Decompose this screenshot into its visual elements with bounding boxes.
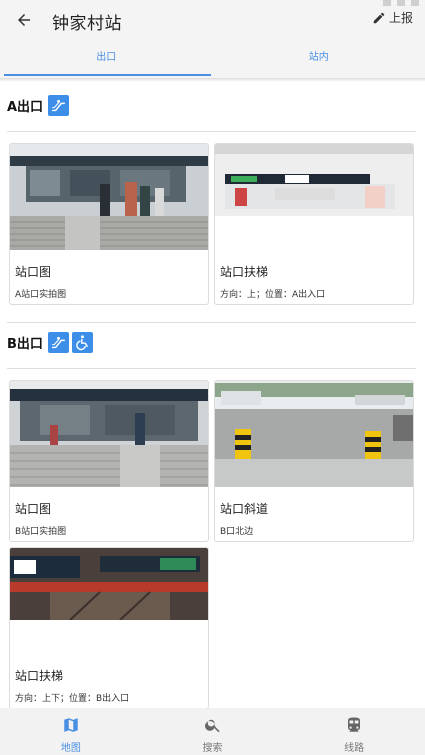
escalator-photo — [10, 548, 208, 654]
report-button[interactable]: 上报 — [372, 9, 413, 26]
card-description: B口北边 — [220, 527, 254, 537]
nav-item-search[interactable]: 搜索 — [142, 708, 284, 755]
arrow-left-icon — [18, 14, 30, 26]
exit-photo — [10, 144, 208, 250]
map-icon — [64, 718, 78, 732]
divider — [7, 131, 416, 132]
tab-exits[interactable]: 出口 — [0, 40, 213, 78]
card-description: B站口实拍图 — [15, 527, 67, 537]
card-title: 站口扶梯 — [15, 669, 64, 683]
app-bar: 钟家村站 上报 出口 站内 — [0, 0, 425, 78]
pencil-icon — [373, 12, 385, 23]
nav-label: 搜索 — [202, 743, 223, 754]
escalator-icon — [47, 332, 69, 353]
report-label: 上报 — [388, 11, 413, 25]
exit-escalator-card[interactable]: 站口扶梯 方向：上下；位置：B出入口 — [9, 547, 209, 708]
page-title: 钟家村站 — [52, 14, 122, 34]
card-description: 方向：上；位置：A出入口 — [220, 290, 326, 300]
section-title: A出口 — [7, 100, 44, 115]
exit-ramp-card[interactable]: 站口斜道 B口北边 — [214, 380, 414, 542]
exit-list[interactable]: A出口 站口图 A站口实拍图 站口扶梯 方向：上；位置：A出入口 B出口 站口图… — [0, 82, 425, 708]
exit-escalator-card[interactable]: 站口扶梯 方向：上；位置：A出入口 — [214, 143, 414, 305]
escalator-icon — [48, 95, 70, 116]
escalator-photo — [215, 144, 413, 250]
exit-photo-card[interactable]: 站口图 B站口实拍图 — [9, 380, 209, 542]
nav-item-lines[interactable]: 线路 — [283, 708, 425, 755]
card-title: 站口斜道 — [220, 502, 269, 516]
card-description: A站口实拍图 — [15, 290, 67, 300]
status-bar-icons — [383, 0, 419, 8]
section-header-exit-b: B出口 — [7, 332, 93, 353]
nav-label: 地图 — [60, 743, 81, 754]
card-description: 方向：上下；位置：B出入口 — [15, 694, 130, 704]
train-icon — [348, 717, 361, 732]
back-button[interactable] — [10, 6, 38, 34]
tab-bar: 出口 站内 — [0, 40, 425, 78]
exit-photo — [10, 381, 208, 487]
card-title: 站口图 — [15, 502, 52, 516]
card-title: 站口扶梯 — [220, 265, 269, 279]
nav-item-map[interactable]: 地图 — [0, 708, 142, 755]
bottom-nav: 地图 搜索 线路 — [0, 708, 425, 755]
exit-photo-card[interactable]: 站口图 A站口实拍图 — [9, 143, 209, 305]
ramp-photo — [215, 381, 413, 487]
nav-label: 线路 — [344, 743, 365, 754]
section-title: B出口 — [7, 337, 43, 352]
card-title: 站口图 — [15, 265, 52, 279]
tab-inside-station[interactable]: 站内 — [213, 40, 425, 78]
divider — [7, 368, 416, 369]
wheelchair-icon — [71, 332, 93, 353]
divider — [7, 322, 416, 323]
section-header-exit-a: A出口 — [7, 95, 70, 116]
search-icon — [204, 719, 220, 733]
